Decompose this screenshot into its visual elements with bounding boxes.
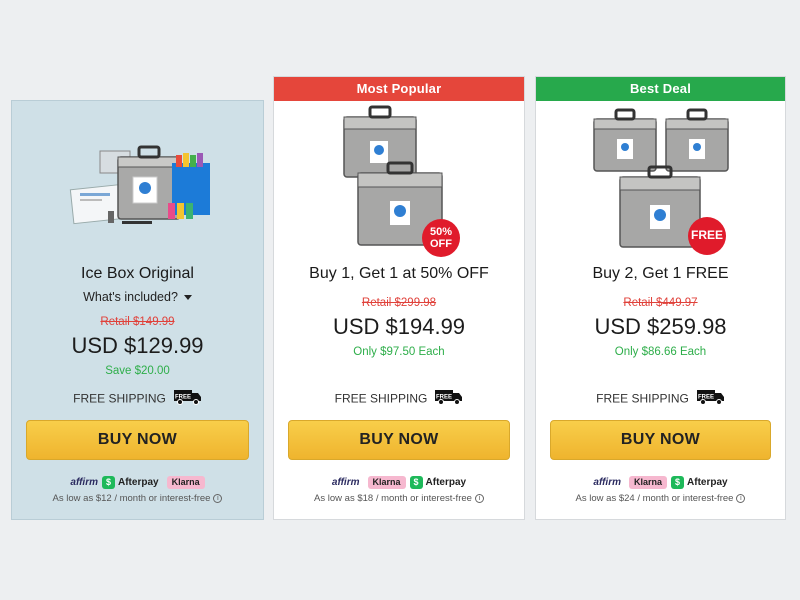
payment-options: affirm $ Afterpay Klarna [12, 475, 263, 491]
financing-label: As low as $24 / month or interest-free [575, 493, 734, 504]
truck-free-text: FREE [436, 395, 452, 401]
most-popular-ribbon: Most Popular [274, 77, 524, 101]
badge-line-1: FREE [690, 228, 723, 242]
discount-badge: 50% OFF [422, 219, 460, 257]
product-image[interactable]: FREE [536, 101, 785, 255]
product-image[interactable] [12, 109, 263, 257]
financing-label: As low as $18 / month or interest-free [314, 493, 472, 504]
afterpay-logo: Afterpay [118, 477, 159, 488]
free-shipping-label: FREE SHIPPING [334, 391, 428, 406]
afterpay-icon: $ [671, 475, 685, 489]
financing-label: As low as $12 / month or interest-free [52, 493, 211, 504]
payment-options: affirm Klarna $ Afterpay [536, 475, 785, 491]
sale-price: USD $129.99 [71, 333, 204, 358]
product-card-original: Ice Box Original What's included? Retail… [11, 100, 264, 520]
retail-price: Retail $149.99 [100, 316, 175, 328]
truck-icon: FREE [696, 389, 725, 410]
ice-box-kit-illustration [69, 145, 210, 225]
product-card-bundle-3: Best Deal FREE Buy 2, Get 1 FREE Retail … [535, 76, 786, 520]
affirm-logo: affirm [331, 477, 360, 488]
free-shipping: FREE SHIPPING FREE [536, 389, 785, 407]
whats-included-dropdown[interactable]: What's included? [12, 290, 263, 306]
payment-options: affirm Klarna $ Afterpay [274, 475, 524, 491]
financing-text: As low as $24 / month or interest-free i [536, 493, 785, 504]
per-unit-price: Only $97.50 Each [353, 346, 445, 358]
affirm-logo: affirm [70, 477, 98, 488]
financing-text: As low as $18 / month or interest-free i [274, 493, 524, 504]
sale-price: USD $259.98 [594, 314, 727, 339]
free-shipping-label: FREE SHIPPING [596, 391, 689, 406]
product-title: Ice Box Original [81, 265, 194, 282]
product-image[interactable]: 50% OFF [274, 101, 524, 257]
badge-line-1: 50% [429, 226, 453, 238]
product-title: Buy 2, Get 1 FREE [592, 265, 729, 282]
retail-price: Retail $299.98 [361, 297, 437, 309]
truck-icon: FREE [435, 389, 463, 410]
affirm-logo: affirm [593, 477, 621, 488]
klarna-logo: Klarna [166, 475, 205, 489]
whats-included-label: What's included? [83, 290, 178, 304]
info-icon[interactable]: i [474, 493, 484, 503]
buy-now-button[interactable]: BUY NOW [550, 420, 771, 460]
afterpay-logo: Afterpay [425, 477, 467, 488]
truck-icon: FREE [173, 389, 202, 410]
free-shipping-label: FREE SHIPPING [73, 391, 166, 406]
info-icon[interactable]: i [213, 493, 223, 503]
buy-now-button[interactable]: BUY NOW [288, 420, 510, 460]
product-card-bundle-2: Most Popular 50% OFF Buy 1, Get 1 at 50% … [273, 76, 525, 520]
chevron-down-icon [183, 295, 192, 301]
truck-free-text: FREE [698, 395, 714, 401]
savings-text: Save $20.00 [105, 365, 170, 377]
financing-text: As low as $12 / month or interest-free i [12, 493, 263, 504]
info-icon[interactable]: i [736, 493, 746, 503]
afterpay-icon: $ [102, 475, 115, 489]
best-deal-ribbon: Best Deal [536, 77, 785, 101]
three-ice-boxes-illustration [593, 108, 729, 248]
klarna-logo: Klarna [629, 475, 668, 489]
klarna-logo: Klarna [367, 475, 406, 489]
sale-price: USD $194.99 [332, 314, 466, 339]
product-title: Buy 1, Get 1 at 50% OFF [309, 265, 489, 282]
two-ice-boxes-illustration [343, 105, 443, 246]
free-shipping: FREE SHIPPING FREE [274, 389, 524, 407]
free-shipping: FREE SHIPPING FREE [12, 389, 263, 407]
badge-line-2: OFF [430, 238, 452, 250]
per-unit-price: Only $86.66 Each [614, 346, 707, 358]
retail-price: Retail $449.97 [623, 297, 698, 309]
truck-free-text: FREE [175, 395, 191, 401]
buy-now-button[interactable]: BUY NOW [26, 420, 249, 460]
free-badge: FREE [688, 217, 726, 255]
afterpay-logo: Afterpay [687, 477, 728, 488]
afterpay-icon: $ [409, 475, 423, 489]
